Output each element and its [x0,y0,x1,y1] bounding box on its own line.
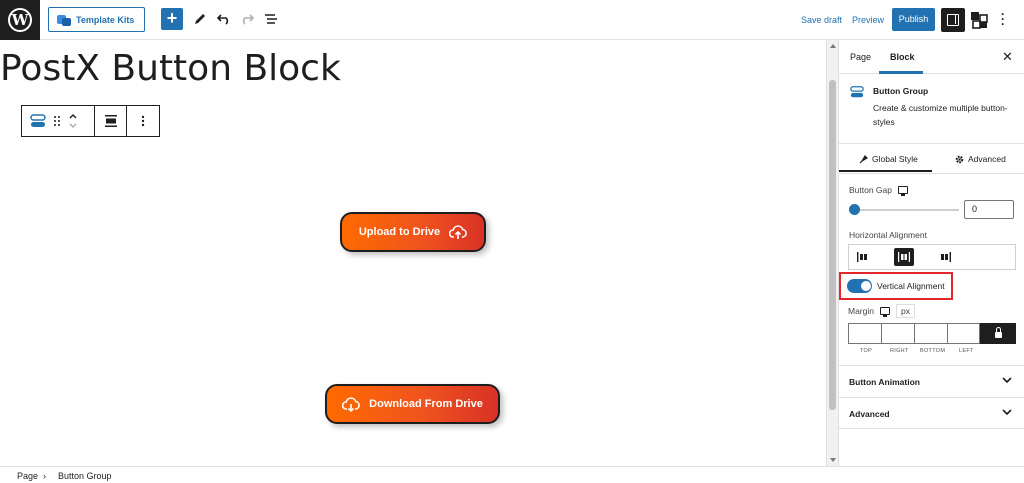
button-gap-input[interactable]: 0 [964,200,1014,219]
block-type-switcher[interactable] [22,106,95,136]
button-gap-slider-handle[interactable] [849,204,860,215]
tab-page[interactable]: Page [850,52,871,62]
more-options-icon[interactable]: · · · [998,8,1008,30]
margin-bottom-label: BOTTOM [920,348,946,354]
button-group-icon [850,86,864,98]
align-left-icon [857,252,867,262]
lock-icon [994,327,1002,338]
template-kits-button[interactable]: Template Kits [48,7,145,32]
breadcrumb: Page › Button Group [0,466,1024,483]
post-title[interactable]: PostX Button Block [0,48,341,89]
horizontal-alignment-label: Horizontal Alignment [849,230,927,240]
breadcrumb-item-button-group[interactable]: Button Group [58,471,112,481]
undo-icon[interactable] [215,10,233,28]
vertical-alignment-toggle[interactable] [847,279,872,293]
template-kits-label: Template Kits [76,14,135,25]
wordpress-logo-button[interactable]: W [0,0,40,40]
tab-advanced[interactable]: Advanced [955,154,1006,164]
margin-left-input[interactable] [947,323,980,344]
canvas-scrollbar[interactable] [826,40,838,466]
align-control-button[interactable] [95,106,127,136]
chevron-down-icon [1002,409,1012,416]
align-center-icon [898,252,910,262]
block-toolbar [21,105,160,137]
align-right-option[interactable] [935,248,955,266]
list-view-icon[interactable] [262,10,280,28]
tab-block[interactable]: Block [890,52,915,62]
cloud-upload-icon [449,224,467,239]
settings-sidebar-toggle[interactable] [941,8,965,32]
desktop-device-icon[interactable] [879,307,890,317]
gear-icon [955,155,964,163]
publish-button[interactable]: Publish [892,8,935,31]
margin-bottom-input[interactable] [914,323,947,344]
margin-label: Margin [848,306,874,316]
edit-pencil-icon[interactable] [191,10,209,28]
vertical-alignment-label: Vertical Alignment [877,281,945,291]
horizontal-alignment-control [848,244,1016,270]
toggle-knob [861,281,871,291]
align-center-option[interactable] [894,248,914,266]
preview-button[interactable]: Preview [852,15,884,25]
panel-advanced[interactable]: Advanced [839,397,1024,429]
margin-link-button[interactable] [980,323,1016,344]
margin-unit-selector[interactable]: px [895,304,915,318]
margin-right-label: RIGHT [890,348,909,354]
margin-right-input[interactable] [881,323,914,344]
editor-canvas: PostX Button Block Upload to Drive Downl… [0,40,826,466]
panel-button-animation-title: Button Animation [849,377,920,387]
cloud-download-icon [342,396,360,412]
template-kits-icon [57,14,71,26]
desktop-device-icon[interactable] [898,186,909,196]
tab-global-style[interactable]: Global Style [859,154,918,164]
margin-top-input[interactable] [848,323,881,344]
margin-header: Margin px [848,304,915,318]
move-up-down-icon [69,114,77,128]
settings-sidebar: Page Block ✕ Button Group Create & custo… [838,40,1024,466]
editor-top-toolbar: W Template Kits + Save draft Preview Pub… [0,0,1024,40]
panel-button-animation[interactable]: Button Animation [839,365,1024,397]
upload-to-drive-button[interactable]: Upload to Drive [340,212,486,252]
margin-top-label: TOP [860,348,873,354]
button-gap-label: Button Gap [849,185,909,196]
sidebar-tabs: Page Block ✕ [839,40,1024,74]
download-from-drive-button[interactable]: Download From Drive [325,384,500,424]
wordpress-icon: W [8,8,32,32]
block-card: Button Group Create & customize multiple… [839,74,1024,144]
panel-advanced-title: Advanced [849,409,890,419]
align-left-option[interactable] [853,248,873,266]
button-gap-label-text: Button Gap [849,185,893,195]
align-right-icon [941,252,951,262]
button-group-icon [30,114,46,127]
button-gap-slider-track[interactable] [853,209,959,211]
add-block-button[interactable]: + [161,8,183,30]
tab-advanced-label: Advanced [968,154,1006,164]
scroll-up-arrow-icon[interactable] [830,44,836,48]
active-style-tab-indicator [839,170,932,172]
breadcrumb-item-page[interactable]: Page [17,471,38,481]
close-sidebar-icon[interactable]: ✕ [1002,49,1013,65]
chevron-down-icon [1002,377,1012,384]
block-options-button[interactable] [127,106,159,136]
breadcrumb-separator: › [43,471,46,481]
margin-left-label: LEFT [959,348,974,354]
postx-blocks-icon[interactable] [969,10,989,30]
drag-handle-icon [54,116,60,126]
redo-icon[interactable] [238,10,256,28]
tab-global-style-label: Global Style [872,154,918,164]
save-draft-button[interactable]: Save draft [801,15,842,25]
sidebar-icon [947,14,959,26]
more-options-vertical-icon [141,115,145,127]
scrollbar-thumb[interactable] [829,80,836,410]
upload-button-label: Upload to Drive [358,226,441,238]
scroll-down-arrow-icon[interactable] [830,458,836,462]
block-description: Create & customize multiple button-style… [873,103,1008,127]
margin-inputs [848,323,1016,344]
block-name: Button Group [873,86,929,96]
download-button-label: Download From Drive [369,398,483,410]
align-icon [104,115,117,127]
brush-icon [859,154,868,163]
